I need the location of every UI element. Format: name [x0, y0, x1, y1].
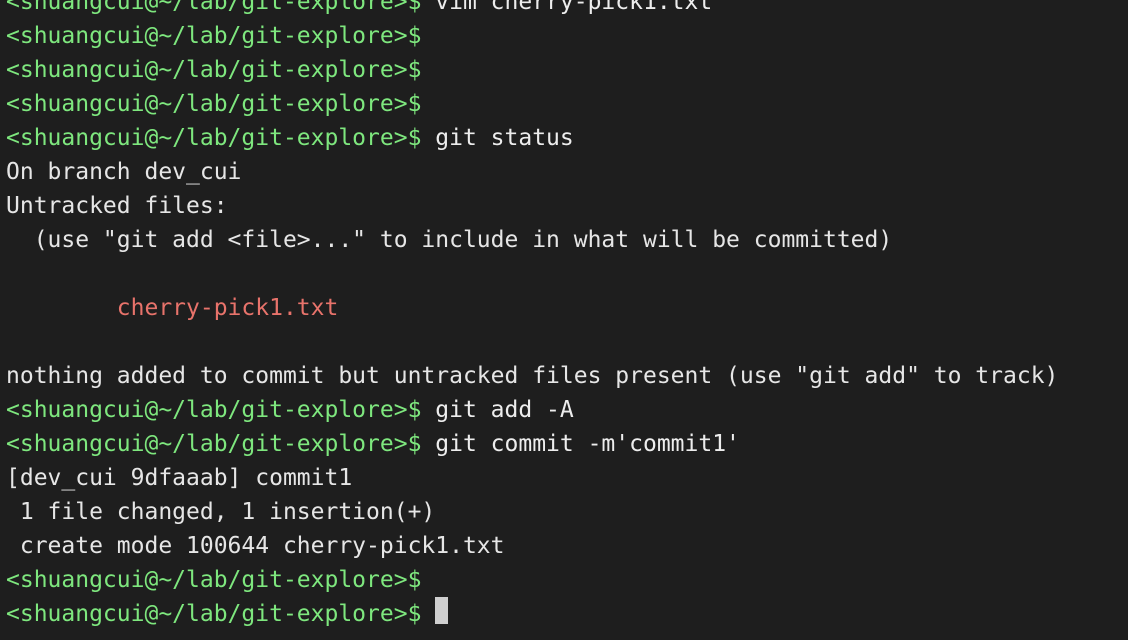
- prompt-line: <shuangcui@~/lab/git-explore>$ git add -…: [6, 393, 1058, 427]
- prompt-line: <shuangcui@~/lab/git-explore>$: [6, 597, 1058, 631]
- output-line: cherry-pick1.txt: [6, 291, 1058, 325]
- shell-prompt: <shuangcui@~/lab/git-explore>$: [6, 125, 422, 151]
- shell-prompt: <shuangcui@~/lab/git-explore>$: [6, 0, 422, 15]
- prompt-line: <shuangcui@~/lab/git-explore>$: [6, 19, 1058, 53]
- text-cursor[interactable]: [435, 597, 449, 624]
- output-text: [dev_cui 9dfaaab] commit1: [6, 465, 353, 491]
- shell-prompt: <shuangcui@~/lab/git-explore>$: [6, 397, 422, 423]
- output-line: create mode 100644 cherry-pick1.txt: [6, 529, 1058, 563]
- command-text: [421, 601, 435, 627]
- output-line: (use "git add <file>..." to include in w…: [6, 223, 1058, 257]
- shell-prompt: <shuangcui@~/lab/git-explore>$: [6, 91, 422, 117]
- output-line: [dev_cui 9dfaaab] commit1: [6, 461, 1058, 495]
- output-line: nothing added to commit but untracked fi…: [6, 359, 1058, 393]
- command-text: vim cherry-pick1.txt: [421, 0, 713, 15]
- prompt-line: <shuangcui@~/lab/git-explore>$ git commi…: [6, 427, 1058, 461]
- terminal-window[interactable]: <shuangcui@~/lab/git-explore>$ vim cherr…: [0, 0, 1128, 640]
- shell-prompt: <shuangcui@~/lab/git-explore>$: [6, 431, 422, 457]
- output-text: 1 file changed, 1 insertion(+): [6, 499, 436, 525]
- command-text: git commit -m'commit1': [421, 431, 740, 457]
- shell-prompt: <shuangcui@~/lab/git-explore>$: [6, 567, 422, 593]
- output-text: nothing added to commit but untracked fi…: [6, 363, 1059, 389]
- output-line: On branch dev_cui: [6, 155, 1058, 189]
- untracked-file-name: cherry-pick1.txt: [6, 295, 339, 321]
- output-text: (use "git add <file>..." to include in w…: [6, 227, 893, 253]
- shell-prompt: <shuangcui@~/lab/git-explore>$: [6, 601, 422, 627]
- prompt-line: <shuangcui@~/lab/git-explore>$: [6, 53, 1058, 87]
- prompt-line: <shuangcui@~/lab/git-explore>$ vim cherr…: [6, 0, 1058, 19]
- command-text: git add -A: [421, 397, 574, 423]
- shell-prompt: <shuangcui@~/lab/git-explore>$: [6, 57, 422, 83]
- prompt-line: <shuangcui@~/lab/git-explore>$: [6, 87, 1058, 121]
- output-line: Untracked files:: [6, 189, 1058, 223]
- terminal-output: <shuangcui@~/lab/git-explore>$ vim cherr…: [0, 0, 1058, 631]
- prompt-line: <shuangcui@~/lab/git-explore>$: [6, 563, 1058, 597]
- output-text: On branch dev_cui: [6, 159, 242, 185]
- shell-prompt: <shuangcui@~/lab/git-explore>$: [6, 23, 422, 49]
- output-line: 1 file changed, 1 insertion(+): [6, 495, 1058, 529]
- output-text: create mode 100644 cherry-pick1.txt: [6, 533, 505, 559]
- prompt-line: <shuangcui@~/lab/git-explore>$ git statu…: [6, 121, 1058, 155]
- command-text: git status: [421, 125, 574, 151]
- output-text: Untracked files:: [6, 193, 228, 219]
